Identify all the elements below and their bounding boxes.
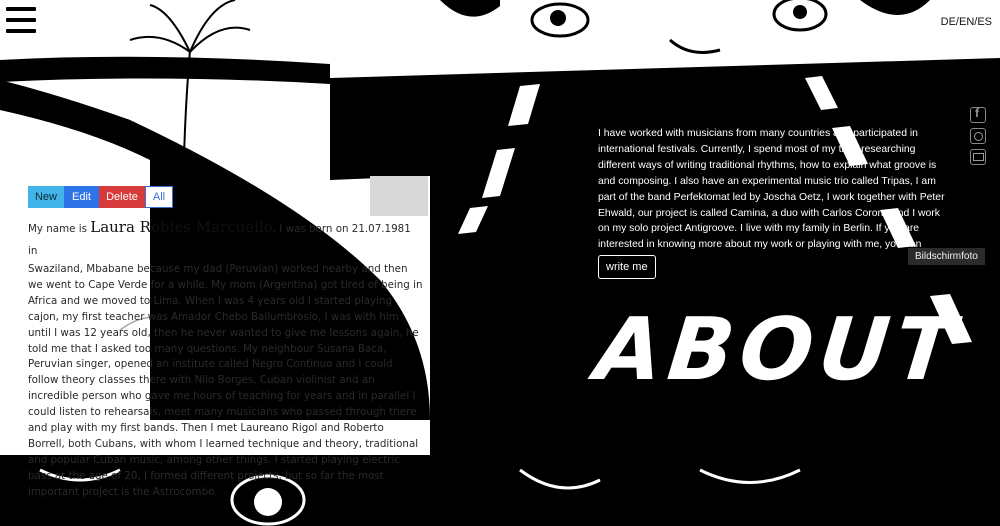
instagram-icon[interactable] [970, 128, 986, 144]
about-heading: ABOUT [590, 300, 965, 400]
about-paragraph: I have worked with musicians from many c… [598, 128, 945, 251]
delete-button[interactable]: Delete [99, 186, 145, 208]
bio-name: Laura Robles Marcuello [90, 218, 273, 236]
cms-toolbar: New Edit Delete All [28, 186, 173, 208]
all-button[interactable]: All [145, 186, 173, 208]
about-text-block: I have worked with musicians from many c… [598, 126, 950, 251]
mail-icon[interactable] [970, 149, 986, 165]
language-switch[interactable]: DE/EN/ES [941, 16, 992, 28]
bio-body: Swaziland, Mbabane because my dad (Peruv… [28, 263, 423, 498]
edit-button[interactable]: Edit [64, 186, 99, 208]
bio-text-block: My name is Laura Robles Marcuello, I was… [28, 216, 423, 501]
social-links [970, 106, 988, 170]
facebook-icon[interactable] [970, 106, 986, 123]
write-me-button[interactable]: write me [598, 255, 656, 279]
hamburger-menu-icon[interactable] [6, 7, 36, 33]
new-button[interactable]: New [28, 186, 64, 208]
screenshot-tooltip: Bildschirmfoto [908, 248, 985, 265]
language-switch-label[interactable]: DE/EN/ES [941, 16, 992, 28]
bio-intro: My name is [28, 223, 87, 235]
